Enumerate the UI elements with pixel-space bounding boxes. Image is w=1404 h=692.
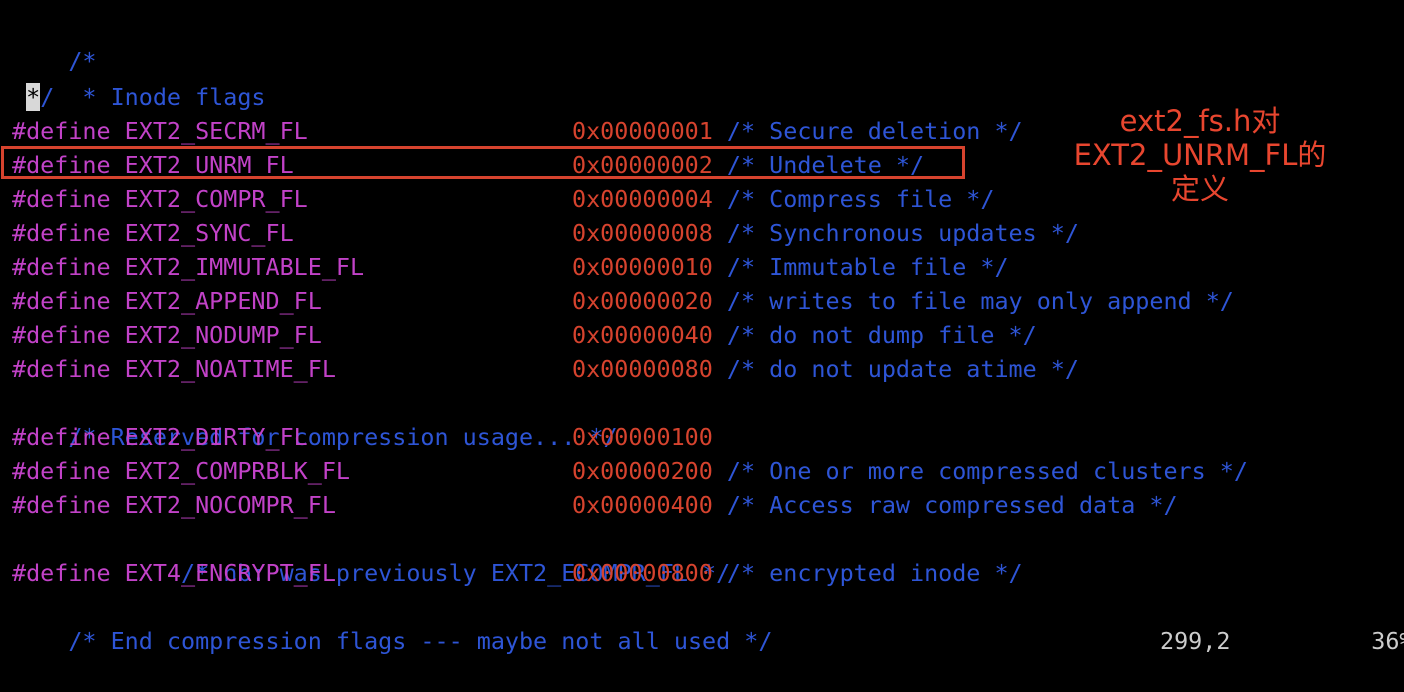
macro-name: EXT2_SYNC_FL (110, 219, 294, 247)
macro-value: 0x00000040 (572, 321, 713, 349)
define-line: #define EXT2_IMMUTABLE_FL 0x00000010 /* I… (12, 250, 1009, 284)
macro-name: EXT4_ENCRYPT_FL (110, 559, 336, 587)
comment-text: / (40, 83, 55, 111)
comment-text: * Inode flags (68, 83, 266, 111)
comment-line: */ (12, 80, 54, 114)
define-line: #define EXT2_DIRTY_FL 0x00000100 (12, 420, 713, 454)
macro-value: 0x00000200 (572, 457, 713, 485)
macro-value: 0x00000100 (572, 423, 713, 451)
status-bar: 299,2 36% (1160, 627, 1404, 655)
macro-name: EXT2_SECRM_FL (110, 117, 308, 145)
macro-value: 0x00000010 (572, 253, 713, 281)
define-line: #define EXT2_SYNC_FL 0x00000008 /* Synchr… (12, 216, 1079, 250)
macro-value: 0x00000001 (572, 117, 713, 145)
macro-value: 0x00000008 (572, 219, 713, 247)
define-keyword: #define (12, 117, 111, 145)
macro-name: EXT2_IMMUTABLE_FL (110, 253, 365, 281)
define-line: #define EXT4_ENCRYPT_FL 0x00000800 /* enc… (12, 556, 1023, 590)
macro-comment: /* do not update atime */ (712, 355, 1079, 383)
macro-value: 0x00000400 (572, 491, 713, 519)
highlight-box (1, 146, 965, 179)
define-keyword: #define (12, 355, 111, 383)
code-editor[interactable]: /* * Inode flags */ #define EXT2_SECRM_F… (0, 0, 1404, 655)
define-keyword: #define (12, 457, 111, 485)
comment-line: /* nb: was previously EXT2_ECOMPR_FL */ (12, 522, 730, 587)
macro-comment: /* encrypted inode */ (712, 559, 1023, 587)
comment-line: * Inode flags (12, 46, 265, 111)
define-line: #define EXT2_SECRM_FL 0x00000001 /* Secur… (12, 114, 1023, 148)
macro-comment: /* Compress file */ (712, 185, 995, 213)
define-keyword: #define (12, 219, 111, 247)
macro-value: 0x00000004 (572, 185, 713, 213)
macro-name: EXT2_NOATIME_FL (110, 355, 336, 383)
macro-name: EXT2_COMPR_FL (110, 185, 308, 213)
annotation-line: 定义 (1170, 172, 1229, 206)
macro-comment: /* One or more compressed clusters */ (712, 457, 1248, 485)
macro-comment: /* Synchronous updates */ (712, 219, 1079, 247)
macro-name: EXT2_COMPRBLK_FL (110, 457, 350, 485)
macro-comment: /* Access raw compressed data */ (712, 491, 1178, 519)
macro-name: EXT2_APPEND_FL (110, 287, 322, 315)
macro-name: EXT2_DIRTY_FL (110, 423, 308, 451)
define-keyword: #define (12, 287, 111, 315)
text-cursor: * (26, 83, 41, 111)
comment-text: /* End compression flags --- maybe not a… (68, 627, 773, 655)
define-line: #define EXT2_NOCOMPR_FL 0x00000400 /* Acc… (12, 488, 1178, 522)
macro-comment: /* Immutable file */ (712, 253, 1009, 281)
comment-line: /* End compression flags --- maybe not a… (12, 590, 772, 655)
macro-value: 0x00000800 (572, 559, 713, 587)
macro-name: EXT2_NOCOMPR_FL (110, 491, 336, 519)
define-keyword: #define (12, 491, 111, 519)
define-keyword: #define (12, 185, 111, 213)
macro-comment: /* writes to file may only append */ (712, 287, 1234, 315)
define-line: #define EXT2_NOATIME_FL 0x00000080 /* do … (12, 352, 1079, 386)
annotation-label: ext2_fs.h对 EXT2_UNRM_FL的 定义 (1040, 104, 1360, 206)
define-keyword: #define (12, 253, 111, 281)
define-line: #define EXT2_NODUMP_FL 0x00000040 /* do n… (12, 318, 1037, 352)
define-line: #define EXT2_COMPR_FL 0x00000004 /* Compr… (12, 182, 994, 216)
define-line: #define EXT2_APPEND_FL 0x00000020 /* writ… (12, 284, 1234, 318)
macro-value: 0x00000020 (572, 287, 713, 315)
macro-value: 0x00000080 (572, 355, 713, 383)
annotation-line: ext2_fs.h对 (1119, 104, 1281, 138)
define-keyword: #define (12, 423, 111, 451)
comment-line: /* Reserved for compression usage... */ (12, 386, 617, 451)
define-line: #define EXT2_COMPRBLK_FL 0x00000200 /* On… (12, 454, 1248, 488)
macro-comment: /* do not dump file */ (712, 321, 1037, 349)
comment-line: /* (12, 10, 96, 75)
macro-name: EXT2_NODUMP_FL (110, 321, 322, 349)
define-keyword: #define (12, 559, 111, 587)
define-keyword: #define (12, 321, 111, 349)
macro-comment: /* Secure deletion */ (712, 117, 1023, 145)
annotation-line: EXT2_UNRM_FL的 (1073, 138, 1327, 172)
